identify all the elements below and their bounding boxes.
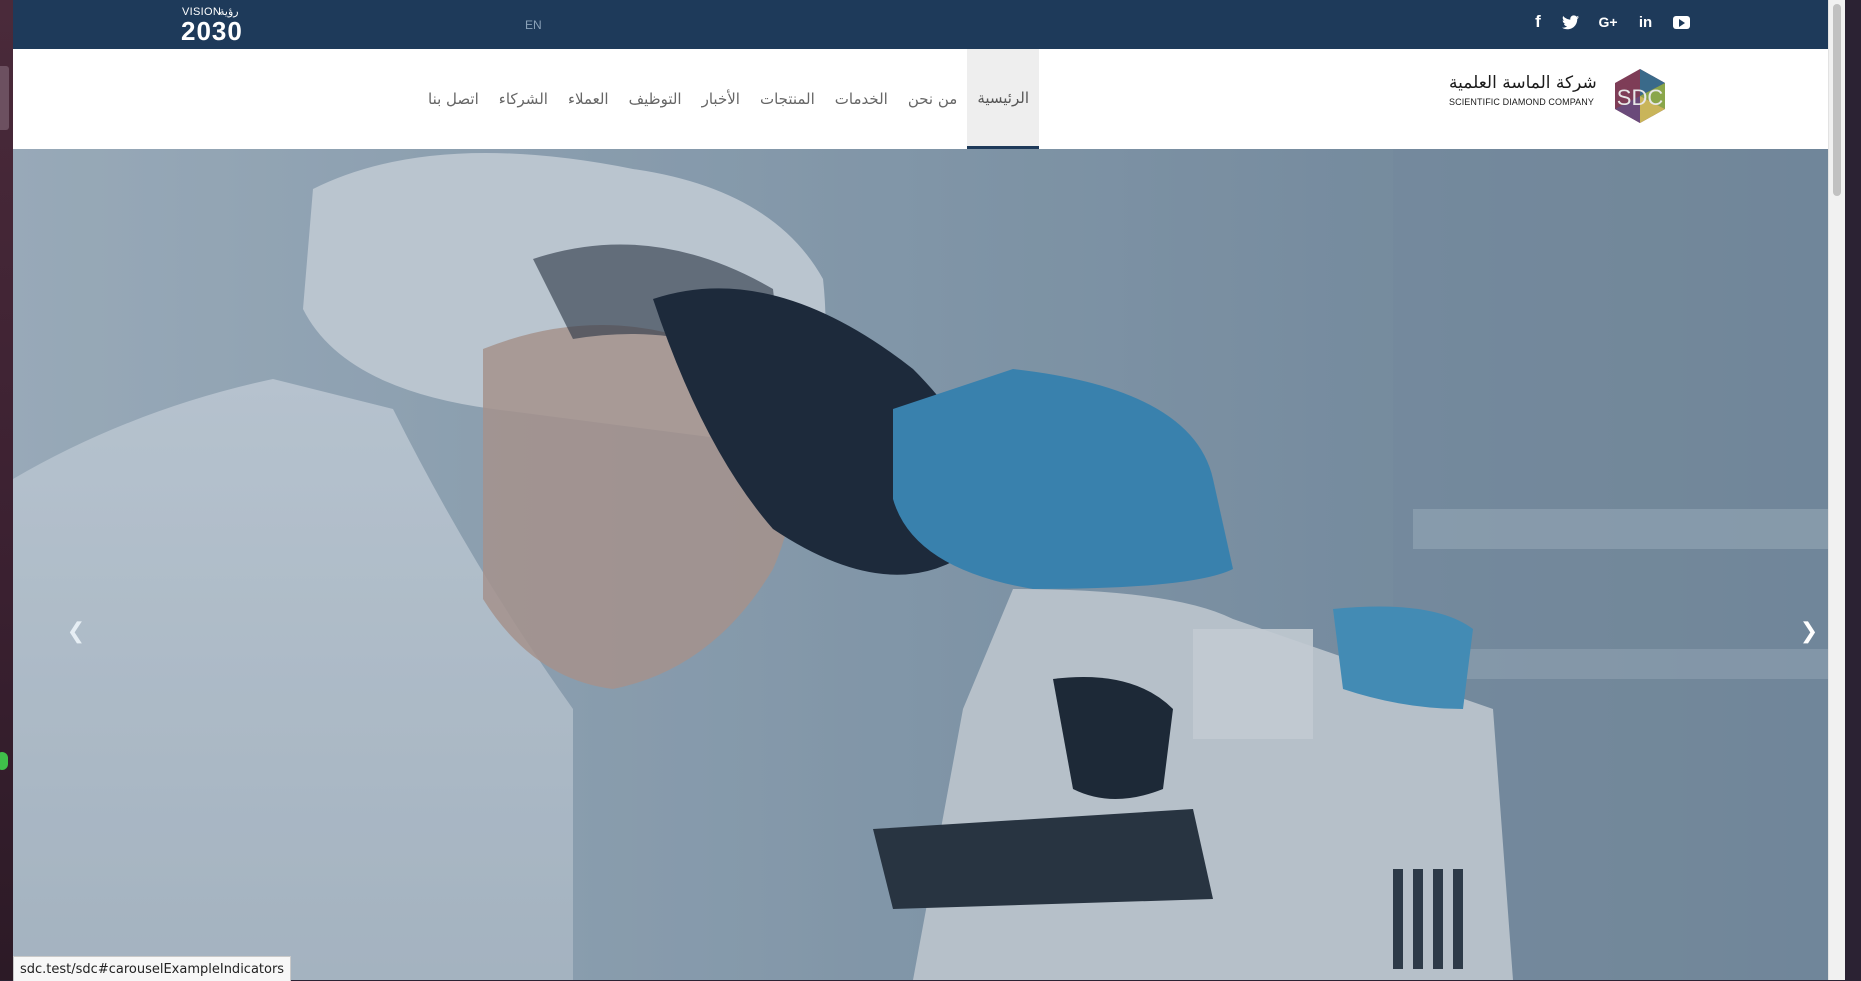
logo-english-name: SCIENTIFIC DIAMOND COMPANY <box>1449 97 1594 107</box>
youtube-icon[interactable] <box>1673 15 1690 29</box>
company-logo[interactable]: شركة الماسة العلمية SCIENTIFIC DIAMOND C… <box>1449 67 1679 123</box>
nav-item-about[interactable]: من نحن <box>898 49 968 149</box>
google-plus-icon[interactable]: G+ <box>1598 14 1618 30</box>
social-links: f G+ in <box>1533 12 1690 32</box>
language-switch-link[interactable]: EN <box>525 18 542 32</box>
nav-item-services[interactable]: الخدمات <box>825 49 898 149</box>
desktop-left-edge <box>0 0 13 980</box>
sdc-hexagon-icon: SDC <box>1615 69 1665 123</box>
logo-mark: SDC <box>1617 85 1664 110</box>
nav-item-home[interactable]: الرئيسية <box>967 49 1039 149</box>
nav-item-careers[interactable]: التوظيف <box>619 49 692 149</box>
nav-item-partners[interactable]: الشركاء <box>489 49 558 149</box>
nav-menu: الرئيسية من نحن الخدمات المنتجات الأخبار… <box>418 49 1039 149</box>
linkedin-icon[interactable]: in <box>1637 14 1654 31</box>
vision-year: 2030 <box>181 16 243 46</box>
carousel-next-button[interactable]: ❯ <box>1794 616 1824 646</box>
twitter-icon[interactable] <box>1562 14 1579 30</box>
nav-item-products[interactable]: المنتجات <box>750 49 825 149</box>
browser-status-url: sdc.test/sdc#carouselExampleIndicators <box>13 956 292 981</box>
hero-carousel: ❮ ❯ <box>13 149 1845 980</box>
vision-2030-logo[interactable]: VISION رؤية 2030 <box>181 5 261 46</box>
status-dot <box>0 752 8 770</box>
facebook-icon[interactable]: f <box>1533 12 1543 32</box>
hero-overlay <box>13 149 1845 980</box>
carousel-prev-button[interactable]: ❮ <box>61 616 91 646</box>
page-scrollbar[interactable] <box>1828 0 1845 980</box>
window-grip <box>0 66 9 130</box>
logo-arabic-name: شركة الماسة العلمية <box>1449 73 1597 93</box>
top-bar: VISION رؤية 2030 EN f G+ in <box>13 0 1845 49</box>
browser-page: VISION رؤية 2030 EN f G+ in شركة الماسة … <box>13 0 1845 980</box>
nav-item-news[interactable]: الأخبار <box>692 49 750 149</box>
nav-item-contact[interactable]: اتصل بنا <box>418 49 489 149</box>
main-navbar: شركة الماسة العلمية SCIENTIFIC DIAMOND C… <box>13 49 1845 150</box>
nav-item-clients[interactable]: العملاء <box>558 49 619 149</box>
scrollbar-thumb[interactable] <box>1833 4 1841 196</box>
